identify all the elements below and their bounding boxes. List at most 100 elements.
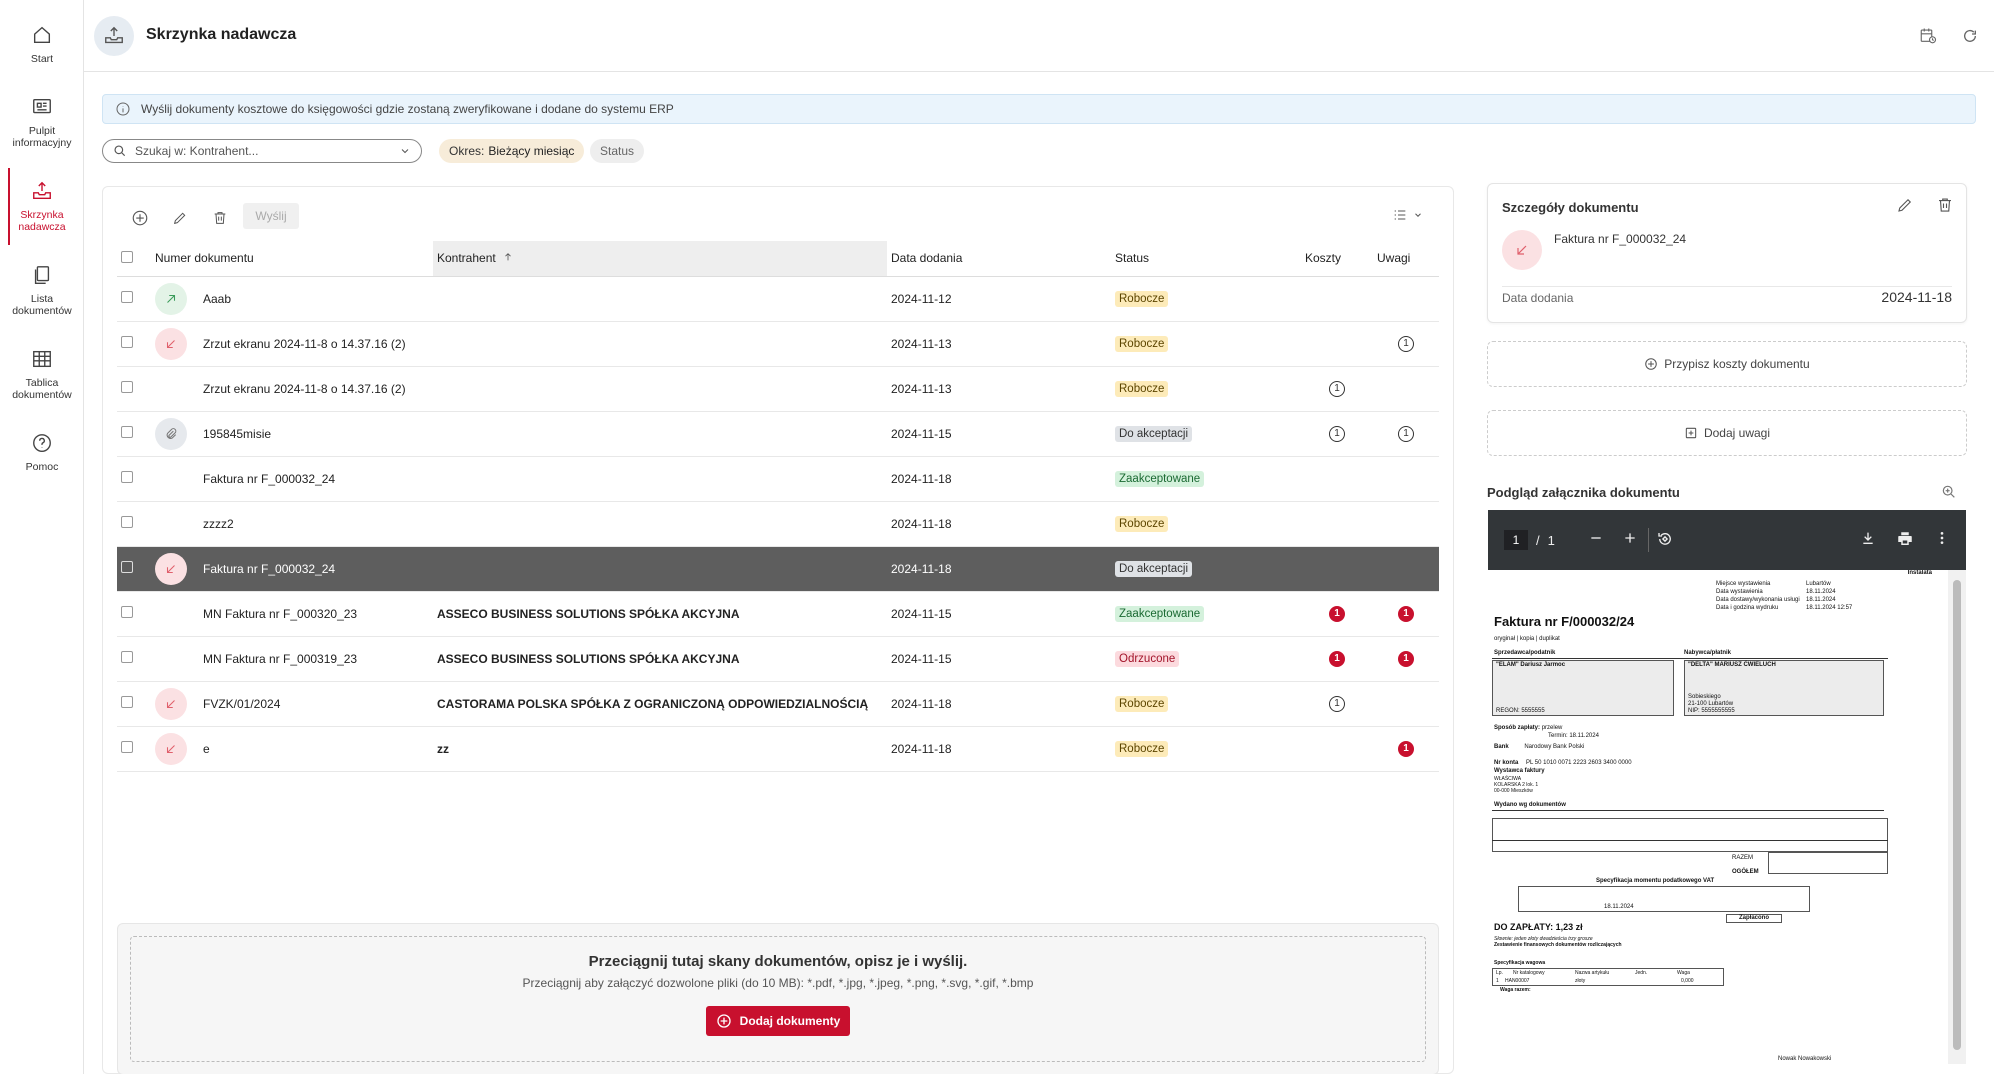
row-status-cell: Robocze (1111, 366, 1301, 412)
count-badge[interactable]: 1 (1329, 425, 1345, 442)
status-filter-chip[interactable]: Status (590, 139, 645, 163)
row-checkbox[interactable] (121, 336, 133, 348)
info-icon (116, 102, 130, 116)
count-badge[interactable]: 1 (1398, 335, 1414, 352)
sidebar-item-4[interactable]: Tablica dokumentów (0, 348, 84, 401)
row-checkbox[interactable] (121, 291, 133, 303)
home-icon (31, 24, 53, 53)
row-checkbox-cell (117, 591, 151, 637)
table-row[interactable]: e zz 2024-11-18 Robocze 1 (117, 726, 1439, 772)
row-checkbox[interactable] (121, 426, 133, 438)
more-options-icon[interactable] (1934, 530, 1950, 549)
send-button[interactable]: Wyślij (243, 203, 299, 229)
status-badge: Zaakceptowane (1115, 605, 1205, 622)
dashboard-icon (31, 96, 53, 125)
column-header-kontrahent[interactable]: Kontrahent (433, 241, 887, 277)
row-checkbox[interactable] (121, 606, 133, 618)
pdf-scrollbar[interactable] (1948, 570, 1966, 1064)
pdf-viewer[interactable]: 1 / 1 Instalata Miejsce wystawienia Data… (1488, 510, 1966, 1064)
sidebar-item-2[interactable]: Skrzynka nadawcza (0, 168, 84, 245)
dropzone[interactable]: Przeciągnij tutaj skany dokumentów, opis… (130, 936, 1426, 1062)
row-document-number: FVZK/01/2024 (199, 681, 433, 727)
table-row[interactable]: Zrzut ekranu 2024-11-8 o 14.37.16 (2) 202… (117, 321, 1439, 367)
count-badge[interactable]: 1 (1329, 380, 1345, 397)
count-badge[interactable]: 1 (1329, 650, 1345, 667)
row-checkbox[interactable] (121, 471, 133, 483)
pdf-page-input[interactable]: 1 (1504, 530, 1528, 550)
add-documents-label: Dodaj dokumenty (739, 1014, 841, 1028)
row-checkbox[interactable] (121, 651, 133, 663)
add-documents-button[interactable]: Dodaj dokumenty (705, 1006, 851, 1036)
add-notes-button[interactable]: Dodaj uwagi (1487, 410, 1967, 456)
table-row[interactable]: Faktura nr F_000032_24 2024-11-18 Do akcep… (117, 546, 1439, 592)
table-row[interactable]: MN Faktura nr F_000320_23 ASSECO BUSINESS… (117, 591, 1439, 637)
count-badge[interactable]: 1 (1329, 605, 1345, 622)
pdf-payment-label: Sposób zapłaty: (1494, 725, 1541, 731)
row-checkbox[interactable] (121, 516, 133, 528)
download-icon[interactable] (1860, 530, 1876, 549)
count-badge[interactable]: 1 (1398, 605, 1414, 622)
count-badge[interactable]: 1 (1329, 695, 1345, 712)
select-all-checkbox[interactable] (121, 250, 133, 263)
sidebar: Start Pulpit informacyjny Skrzynka nadawcza L… (0, 0, 84, 1074)
details-delete-button[interactable] (1936, 196, 1954, 217)
print-icon[interactable] (1896, 530, 1914, 551)
table-row[interactable]: FVZK/01/2024 CASTORAMA POLSKA SPÓŁKA Z OG… (117, 681, 1439, 727)
row-checkbox[interactable] (121, 561, 133, 573)
info-text: Wyślij dokumenty kosztowe do księgowości… (141, 102, 674, 116)
rotate-icon[interactable] (1656, 530, 1674, 551)
sidebar-item-1[interactable]: Pulpit informacyjny (0, 96, 84, 149)
column-header-costs[interactable]: Koszty (1301, 241, 1373, 277)
count-badge[interactable]: 1 (1398, 425, 1414, 442)
plus-circle-icon (716, 1014, 731, 1028)
sidebar-item-3[interactable]: Lista dokumentów (0, 264, 84, 317)
row-kontrahent: ASSECO BUSINESS SOLUTIONS SPÓŁKA AKCYJNA (433, 591, 887, 637)
delete-button[interactable] (209, 207, 231, 229)
column-header-status[interactable]: Status (1111, 241, 1301, 277)
details-edit-button[interactable] (1896, 196, 1914, 217)
row-document-number: zzzz2 (199, 501, 433, 547)
sidebar-item-0[interactable]: Start (0, 24, 84, 65)
table-row[interactable]: MN Faktura nr F_000319_23 ASSECO BUSINESS… (117, 636, 1439, 682)
table-row[interactable]: zzzz2 2024-11-18 Robocze (117, 501, 1439, 547)
edit-button[interactable] (169, 207, 191, 229)
add-button[interactable] (129, 207, 151, 229)
pdf-weight-cell: złoty (1575, 978, 1586, 984)
dropzone-title: Przeciągnij tutaj skany dokumentów, opis… (588, 953, 968, 970)
search-input[interactable]: Szukaj w: Kontrahent... (102, 139, 422, 163)
pdf-weight-table: Lp. Nr katalogowy Nazwa artykułu Jedn. W… (1492, 968, 1724, 986)
pdf-weight-cell: 1 (1496, 978, 1499, 984)
row-checkbox[interactable] (121, 741, 133, 753)
column-header-notes[interactable]: Uwagi (1373, 241, 1439, 277)
chevron-down-icon[interactable] (399, 145, 411, 157)
table-row[interactable]: Zrzut ekranu 2024-11-8 o 14.37.16 (2) 202… (117, 366, 1439, 412)
incoming-document-icon (1502, 230, 1542, 270)
table-row[interactable]: Faktura nr F_000032_24 2024-11-18 Zaakcept… (117, 456, 1439, 502)
pdf-paid-label: Zapłacono (1738, 915, 1769, 921)
zoom-plus-icon[interactable] (1622, 530, 1638, 549)
empty-icon (155, 371, 187, 403)
table-row[interactable]: Aaab 2024-11-12 Robocze (117, 276, 1439, 322)
count-badge[interactable]: 1 (1398, 740, 1414, 757)
column-header-number[interactable]: Numer dokumentu (151, 241, 433, 277)
column-header-date[interactable]: Data dodania (887, 241, 1111, 277)
sidebar-item-label: Tablica (25, 377, 59, 389)
period-filter-chip[interactable]: Okres: Bieżący miesiąc (439, 139, 585, 163)
row-checkbox[interactable] (121, 696, 133, 708)
row-notes-cell (1373, 681, 1439, 727)
assign-costs-button[interactable]: Przypisz koszty dokumentu (1487, 341, 1967, 387)
sidebar-item-5[interactable]: Pomoc (0, 432, 84, 473)
count-badge[interactable]: 1 (1398, 650, 1414, 667)
attachment-preview-title: Podgląd załącznika dokumentu (1487, 485, 1680, 500)
refresh-icon[interactable] (1960, 26, 1980, 46)
row-checkbox[interactable] (121, 381, 133, 393)
pdf-weight-header: Lp. (1496, 970, 1503, 976)
zoom-in-icon[interactable] (1941, 484, 1957, 503)
table-row[interactable]: 195845misie 2024-11-15 Do akceptacji 1 1 (117, 411, 1439, 457)
help-icon (31, 432, 53, 461)
calendar-settings-icon[interactable] (1918, 26, 1938, 46)
pdf-scrollbar-thumb[interactable] (1953, 580, 1961, 1050)
status-badge: Robocze (1115, 380, 1169, 397)
view-options-button[interactable] (1391, 207, 1423, 223)
zoom-out-icon[interactable] (1588, 530, 1604, 549)
